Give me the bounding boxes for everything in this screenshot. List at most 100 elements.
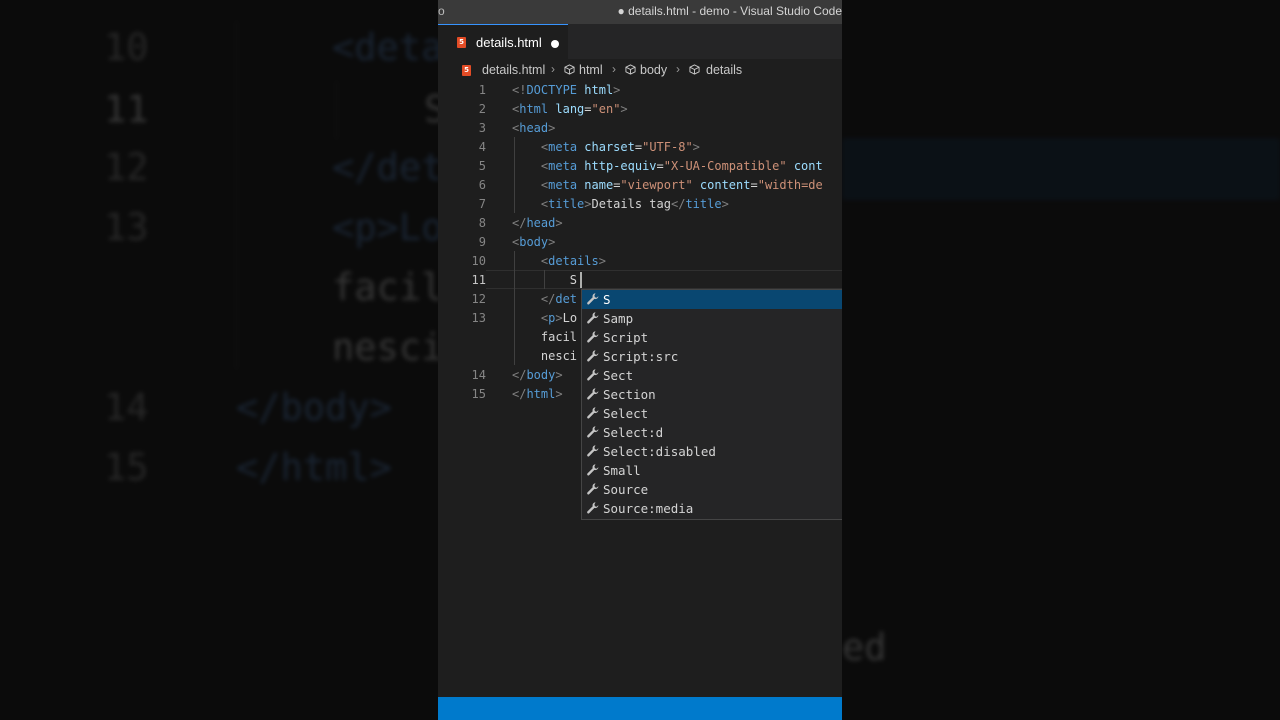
code-token: </ — [540, 292, 556, 306]
bg-line-number: 14 — [104, 386, 149, 429]
line-number: 5 — [478, 159, 486, 173]
vscode-window: o ● details.html - demo - Visual Studio … — [438, 0, 842, 720]
suggestion-item[interactable]: Select:disabled — [582, 442, 842, 461]
code-token: > — [548, 235, 556, 249]
wrench-icon — [587, 483, 599, 495]
suggestion-item[interactable]: Script:src — [582, 347, 842, 366]
wrench-icon — [587, 502, 599, 514]
code-line[interactable]: 11 S — [438, 271, 842, 290]
line-number: 12 — [471, 292, 486, 306]
code-line[interactable]: 6 <meta name="viewport" content="width=d… — [438, 176, 842, 195]
code-token: = — [750, 178, 758, 192]
code-text: <meta charset="UTF-8"> — [512, 138, 700, 157]
title-bar-fragment: o — [438, 4, 445, 18]
bg-highlight-bar — [842, 138, 1280, 200]
unsaved-dot-icon[interactable] — [551, 40, 559, 48]
suggestion-item[interactable]: Samp — [582, 309, 842, 328]
bg-code: ed — [842, 626, 887, 669]
line-number: 7 — [478, 197, 486, 211]
code-text: <meta http-equiv="X-UA-Compatible" cont — [512, 157, 823, 176]
bg-line-number: 12 — [104, 146, 149, 189]
code-line[interactable]: 10 <details> — [438, 252, 842, 271]
code-token: body — [526, 368, 556, 382]
suggestion-label: Script:src — [603, 349, 679, 364]
code-token: <! — [512, 83, 527, 97]
code-token: = — [656, 159, 664, 173]
suggestion-label: Script — [603, 330, 649, 345]
suggestion-label: Section — [603, 387, 656, 402]
code-line[interactable]: 4 <meta charset="UTF-8"> — [438, 138, 842, 157]
line-number: 8 — [478, 216, 486, 230]
code-token: </ — [670, 197, 686, 211]
code-text: <!DOCTYPE html> — [512, 81, 620, 100]
breadcrumb-item-html[interactable]: html — [579, 63, 603, 77]
code-token: Details tag — [591, 197, 671, 211]
code-line[interactable]: 2 <html lang="en"> — [438, 100, 842, 119]
code-token: head — [526, 216, 556, 230]
suggestion-label: Small — [603, 463, 641, 478]
tab-details-html[interactable]: 5 details.html — [438, 24, 568, 59]
code-token: meta — [548, 140, 578, 154]
wrench-icon — [587, 331, 599, 343]
code-line[interactable]: 8 </head> — [438, 214, 842, 233]
suggestion-item[interactable]: Select — [582, 404, 842, 423]
bg-code: facil — [332, 266, 444, 309]
breadcrumb-item-details[interactable]: details — [706, 63, 742, 77]
chevron-right-icon: › — [551, 62, 555, 76]
suggestion-item[interactable]: S — [582, 290, 842, 309]
suggestion-label: Source — [603, 482, 649, 497]
code-token: > — [613, 83, 621, 97]
suggestion-item[interactable]: Source:media — [582, 499, 842, 518]
code-text: <html lang="en"> — [512, 100, 628, 119]
title-bar: o ● details.html - demo - Visual Studio … — [438, 0, 842, 24]
code-token: content — [699, 178, 751, 192]
code-line[interactable]: 1 <!DOCTYPE html> — [438, 81, 842, 100]
code-token: "X-UA-Compatible" — [663, 159, 787, 173]
code-token: "width=de — [757, 178, 823, 192]
suggest-widget[interactable]: S Samp Script Script:src Sect Section Select Se… — [581, 289, 842, 520]
code-token: details — [548, 254, 599, 268]
breadcrumb-item-body[interactable]: body — [640, 63, 667, 77]
code-token: </ — [512, 387, 527, 401]
code-line[interactable]: 5 <meta http-equiv="X-UA-Compatible" con… — [438, 157, 842, 176]
line-number: 3 — [478, 121, 486, 135]
code-text: facil — [512, 328, 577, 347]
code-text: S — [512, 271, 577, 290]
code-line[interactable]: 7 <title>Details tag</title> — [438, 195, 842, 214]
suggestion-item[interactable]: Script — [582, 328, 842, 347]
chevron-right-icon: › — [676, 62, 680, 76]
bg-code: </html> — [236, 446, 392, 489]
code-token: > — [721, 197, 729, 211]
code-token: nesci — [512, 349, 578, 363]
suggestion-item[interactable]: Select:d — [582, 423, 842, 442]
suggestion-item[interactable]: Source — [582, 480, 842, 499]
code-token: > — [555, 368, 563, 382]
code-token: "UTF-8" — [642, 140, 693, 154]
wrench-icon — [587, 426, 599, 438]
suggestion-label: Select:disabled — [603, 444, 716, 459]
bg-line-number: 11 — [104, 88, 149, 131]
code-line[interactable]: 9 <body> — [438, 233, 842, 252]
code-token: > — [548, 121, 556, 135]
code-line[interactable]: 3 <head> — [438, 119, 842, 138]
suggestion-item[interactable]: Small — [582, 461, 842, 480]
wrench-icon — [587, 464, 599, 476]
code-token: html — [584, 83, 614, 97]
breadcrumb-item-file[interactable]: details.html — [482, 63, 545, 77]
line-number: 9 — [478, 235, 486, 249]
code-token: title — [685, 197, 722, 211]
code-token: meta — [548, 159, 578, 173]
suggestion-item[interactable]: Sect — [582, 366, 842, 385]
tab-bar: 5 details.html — [438, 24, 842, 59]
suggestion-item[interactable]: Section — [582, 385, 842, 404]
suggestion-label: Source:media — [603, 501, 694, 516]
code-token: > — [555, 387, 563, 401]
code-token: > — [584, 197, 592, 211]
